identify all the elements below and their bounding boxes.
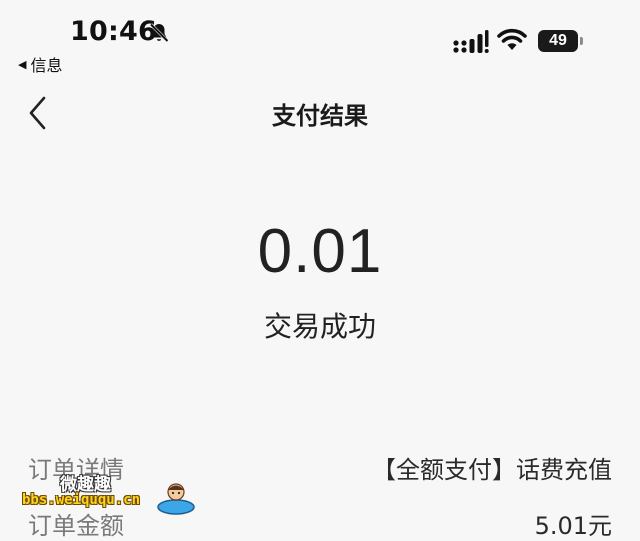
page-title: 支付结果 [272, 102, 368, 130]
back-to-app-label: 信息 [30, 56, 63, 75]
watermark-url: bbs.weiququ.cn [22, 492, 141, 508]
watermark-mascot-icon [157, 483, 195, 515]
back-to-app-link[interactable]: ◀ 信息 [18, 52, 62, 76]
transaction-status: 交易成功 [263, 310, 376, 343]
bell-slash-icon [149, 23, 169, 43]
battery-level: 49 [549, 32, 567, 49]
wifi-icon [497, 28, 527, 50]
status-time: 10:46 [70, 16, 157, 47]
back-triangle-icon: ◀ [18, 57, 27, 71]
battery-icon: 49 [538, 30, 578, 52]
order-details-value: 【全额支付】话费充值 [372, 456, 612, 484]
order-amount-value: 5.01元 [534, 512, 612, 540]
battery-nub [580, 37, 583, 45]
watermark: 微趣趣 bbs.weiququ.cn [22, 470, 202, 520]
payment-amount: 0.01 [257, 217, 383, 286]
signal-icon [453, 30, 489, 53]
